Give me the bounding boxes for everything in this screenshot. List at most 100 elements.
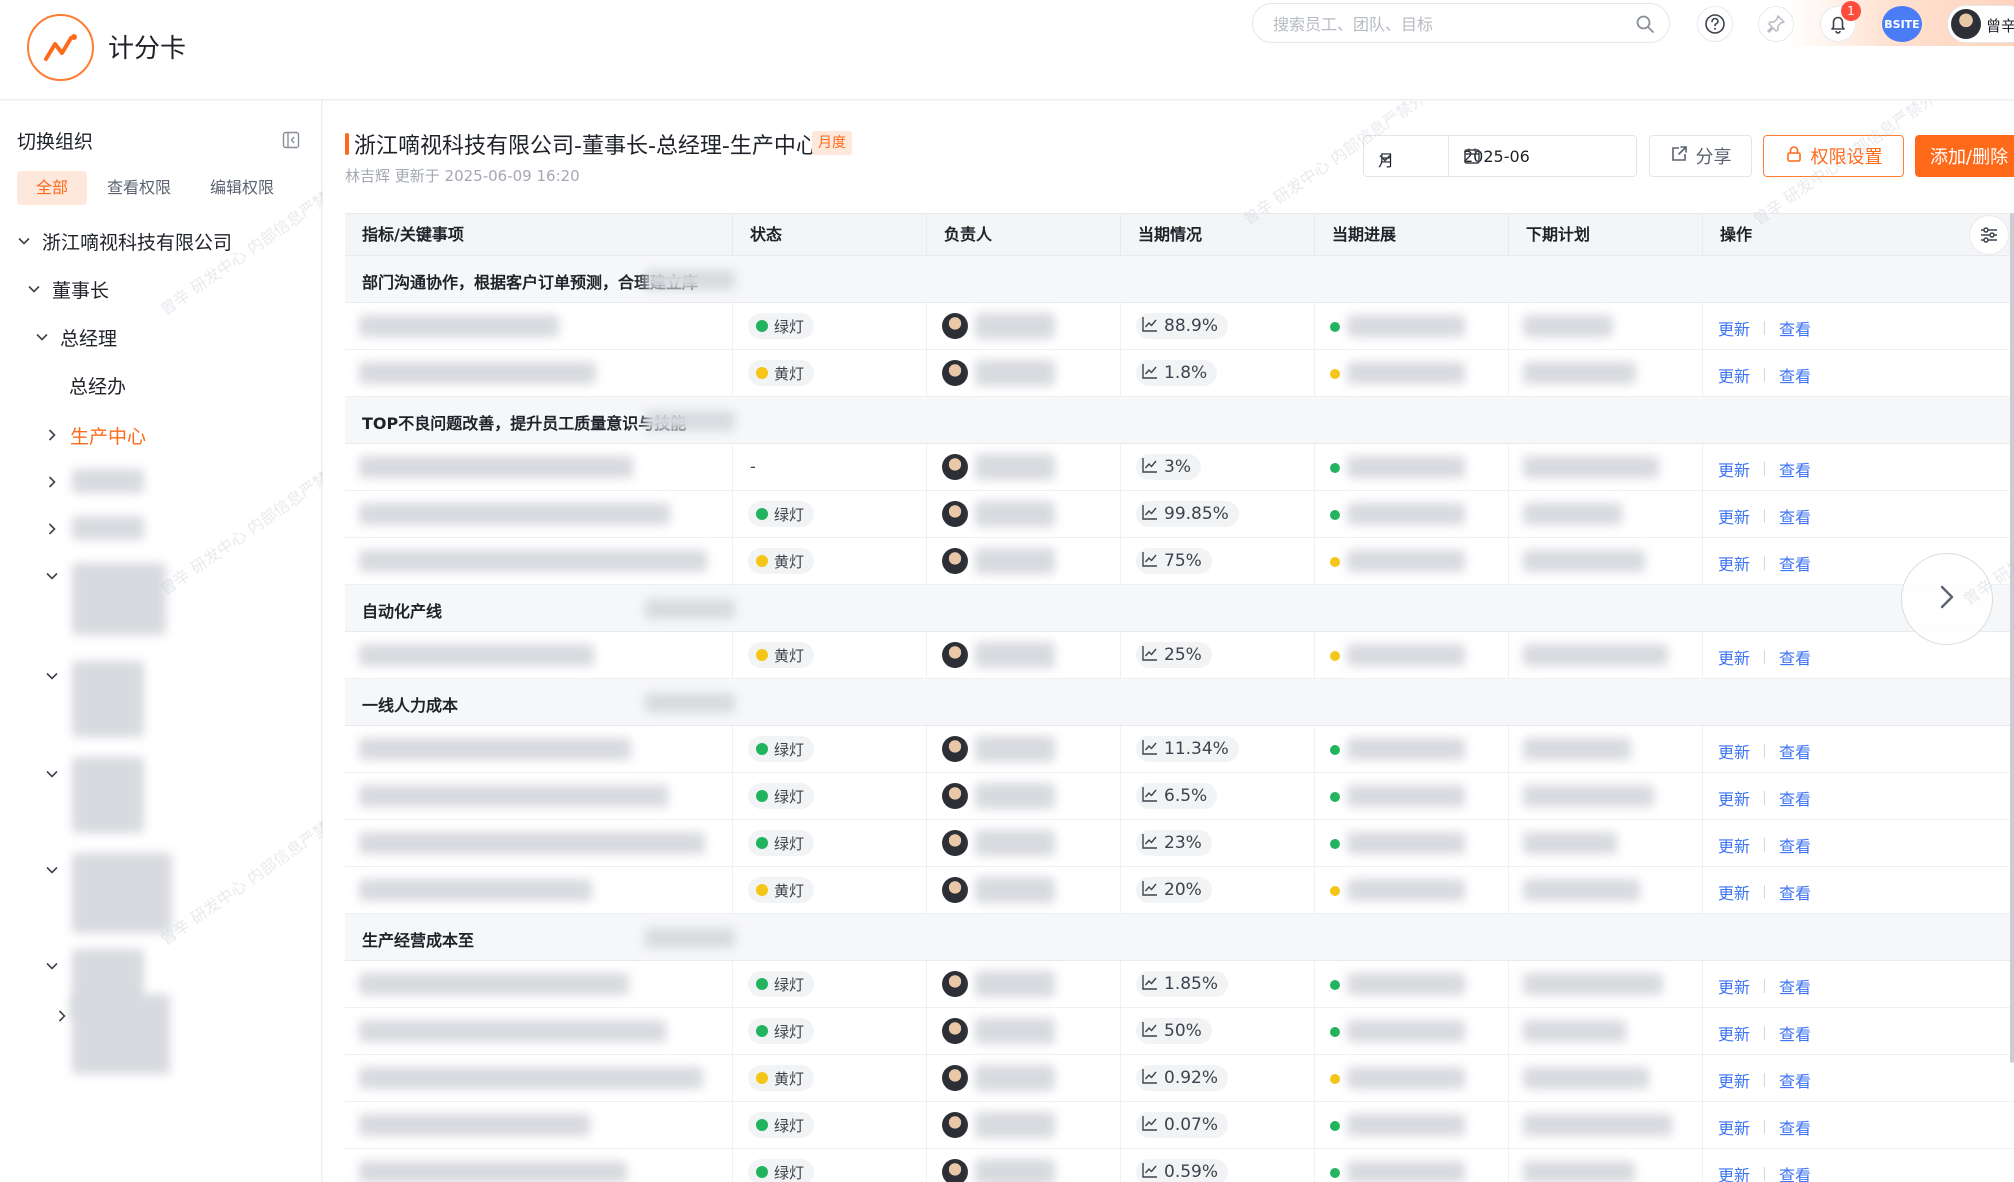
table-row[interactable]: 绿灯 88.9% 更新 查看 (345, 303, 2014, 350)
table-cell: 绿灯 (733, 773, 927, 819)
update-link[interactable]: 更新 (1718, 739, 1750, 763)
chevron-right-icon[interactable] (42, 472, 62, 492)
view-link[interactable]: 查看 (1779, 786, 1811, 810)
scorecard-table: 指标/关键事项 状态 负责人 当期情况 当期进展 下期计划 操作 部门沟通协作，… (345, 213, 2014, 1182)
table-row[interactable]: - 3% 更新 查看 (345, 444, 2014, 491)
update-link[interactable]: 更新 (1718, 786, 1750, 810)
view-link[interactable]: 查看 (1779, 739, 1811, 763)
update-link[interactable]: 更新 (1718, 504, 1750, 528)
table-row[interactable]: 黄灯 0.92% 更新 查看 (345, 1055, 2014, 1102)
table-row[interactable]: 绿灯 0.07% 更新 查看 (345, 1102, 2014, 1149)
chevron-down-icon[interactable] (32, 327, 52, 347)
search-box (1252, 3, 1670, 43)
table-cell (345, 632, 733, 678)
table-row[interactable]: 绿灯 1.85% 更新 查看 (345, 961, 2014, 1008)
view-link[interactable]: 查看 (1779, 504, 1811, 528)
add-remove-button[interactable]: 添加/删除 (1915, 135, 2014, 177)
table-row[interactable]: 黄灯 75% 更新 查看 (345, 538, 2014, 585)
chevron-down-icon[interactable] (42, 764, 62, 784)
view-link[interactable]: 查看 (1779, 1068, 1811, 1092)
search-icon[interactable] (1635, 14, 1655, 38)
date-picker[interactable]: 2025-06 (1448, 135, 1637, 177)
tree-item-chairman[interactable]: 董事长 (24, 274, 109, 304)
share-button[interactable]: 分享 (1649, 135, 1752, 177)
table-row[interactable]: 黄灯 20% 更新 查看 (345, 867, 2014, 914)
logo-icon[interactable] (27, 14, 94, 81)
avatar (942, 360, 968, 386)
table-cell (1315, 773, 1509, 819)
view-link[interactable]: 查看 (1779, 363, 1811, 387)
tree-item-redacted[interactable] (42, 759, 70, 789)
chevron-right-icon[interactable] (52, 1006, 72, 1026)
tree-item-redacted[interactable] (42, 514, 70, 544)
pin-icon[interactable] (1758, 6, 1794, 42)
tree-item-company[interactable]: 浙江嘀视科技有限公司 (14, 226, 232, 256)
view-link[interactable]: 查看 (1779, 1021, 1811, 1045)
tab-all[interactable]: 全部 (17, 171, 88, 205)
chevron-down-icon[interactable] (42, 860, 62, 880)
view-link[interactable]: 查看 (1779, 974, 1811, 998)
period-select[interactable]: 月 (1363, 135, 1449, 177)
chevron-down-icon[interactable] (14, 231, 34, 251)
tree-item-redacted[interactable] (42, 855, 70, 885)
help-icon[interactable] (1697, 6, 1733, 42)
tree-item-redacted[interactable] (42, 561, 70, 591)
view-link[interactable]: 查看 (1779, 833, 1811, 857)
table-cell: 绿灯 (733, 1008, 927, 1054)
view-link[interactable]: 查看 (1779, 316, 1811, 340)
user-menu[interactable]: 曾辛 (1947, 5, 2014, 43)
table-row[interactable]: 黄灯 25% 更新 查看 (345, 632, 2014, 679)
scrollbar[interactable] (2010, 213, 2014, 1063)
update-link[interactable]: 更新 (1718, 880, 1750, 904)
update-link[interactable]: 更新 (1718, 833, 1750, 857)
tree-item-redacted[interactable] (42, 951, 70, 981)
chevron-right-icon[interactable] (42, 519, 62, 539)
chevron-down-icon[interactable] (24, 279, 44, 299)
tree-item-redacted[interactable] (42, 661, 70, 691)
chevron-down-icon[interactable] (42, 956, 62, 976)
collapse-icon[interactable] (282, 131, 300, 153)
view-link[interactable]: 查看 (1779, 1115, 1811, 1139)
chevron-down-icon[interactable] (42, 666, 62, 686)
tree-item-general-manager[interactable]: 总经理 (32, 322, 117, 352)
redacted-block (72, 563, 166, 635)
view-link[interactable]: 查看 (1779, 457, 1811, 481)
table-row[interactable]: 绿灯 0.59% 更新 查看 (345, 1149, 2014, 1182)
update-link[interactable]: 更新 (1718, 551, 1750, 575)
calendar-icon[interactable] (1463, 147, 1624, 169)
view-link[interactable]: 查看 (1779, 645, 1811, 669)
table-cell (927, 820, 1121, 866)
bell-icon[interactable]: 1 (1820, 1, 1861, 42)
tab-view-permission[interactable]: 查看权限 (88, 171, 190, 205)
table-row[interactable]: 黄灯 1.8% 更新 查看 (345, 350, 2014, 397)
update-link[interactable]: 更新 (1718, 316, 1750, 340)
chevron-right-icon[interactable] (42, 425, 62, 445)
tab-edit-permission[interactable]: 编辑权限 (191, 171, 293, 205)
update-link[interactable]: 更新 (1718, 1068, 1750, 1092)
table-row[interactable]: 绿灯 50% 更新 查看 (345, 1008, 2014, 1055)
update-link[interactable]: 更新 (1718, 1021, 1750, 1045)
update-link[interactable]: 更新 (1718, 1162, 1750, 1182)
next-page-button[interactable] (1901, 553, 1993, 645)
view-link[interactable]: 查看 (1779, 1162, 1811, 1182)
avatar (942, 1018, 968, 1044)
update-link[interactable]: 更新 (1718, 645, 1750, 669)
table-row[interactable]: 绿灯 11.34% 更新 查看 (345, 726, 2014, 773)
view-link[interactable]: 查看 (1779, 551, 1811, 575)
table-row[interactable]: 绿灯 6.5% 更新 查看 (345, 773, 2014, 820)
tree-item-production-center[interactable]: 生产中心 (42, 420, 146, 450)
table-row[interactable]: 绿灯 99.85% 更新 查看 (345, 491, 2014, 538)
update-link[interactable]: 更新 (1718, 457, 1750, 481)
chevron-down-icon[interactable] (42, 566, 62, 586)
update-link[interactable]: 更新 (1718, 974, 1750, 998)
view-link[interactable]: 查看 (1779, 880, 1811, 904)
update-link[interactable]: 更新 (1718, 363, 1750, 387)
settings-icon[interactable] (1969, 215, 2009, 255)
table-row[interactable]: 绿灯 23% 更新 查看 (345, 820, 2014, 867)
team-avatar[interactable]: BSITE (1882, 6, 1922, 42)
tree-item-redacted[interactable] (42, 467, 70, 497)
permission-settings-button[interactable]: 权限设置 (1763, 135, 1904, 177)
search-input[interactable] (1273, 12, 1613, 36)
update-link[interactable]: 更新 (1718, 1115, 1750, 1139)
tree-item-gm-office[interactable]: 总经办 (69, 370, 126, 400)
